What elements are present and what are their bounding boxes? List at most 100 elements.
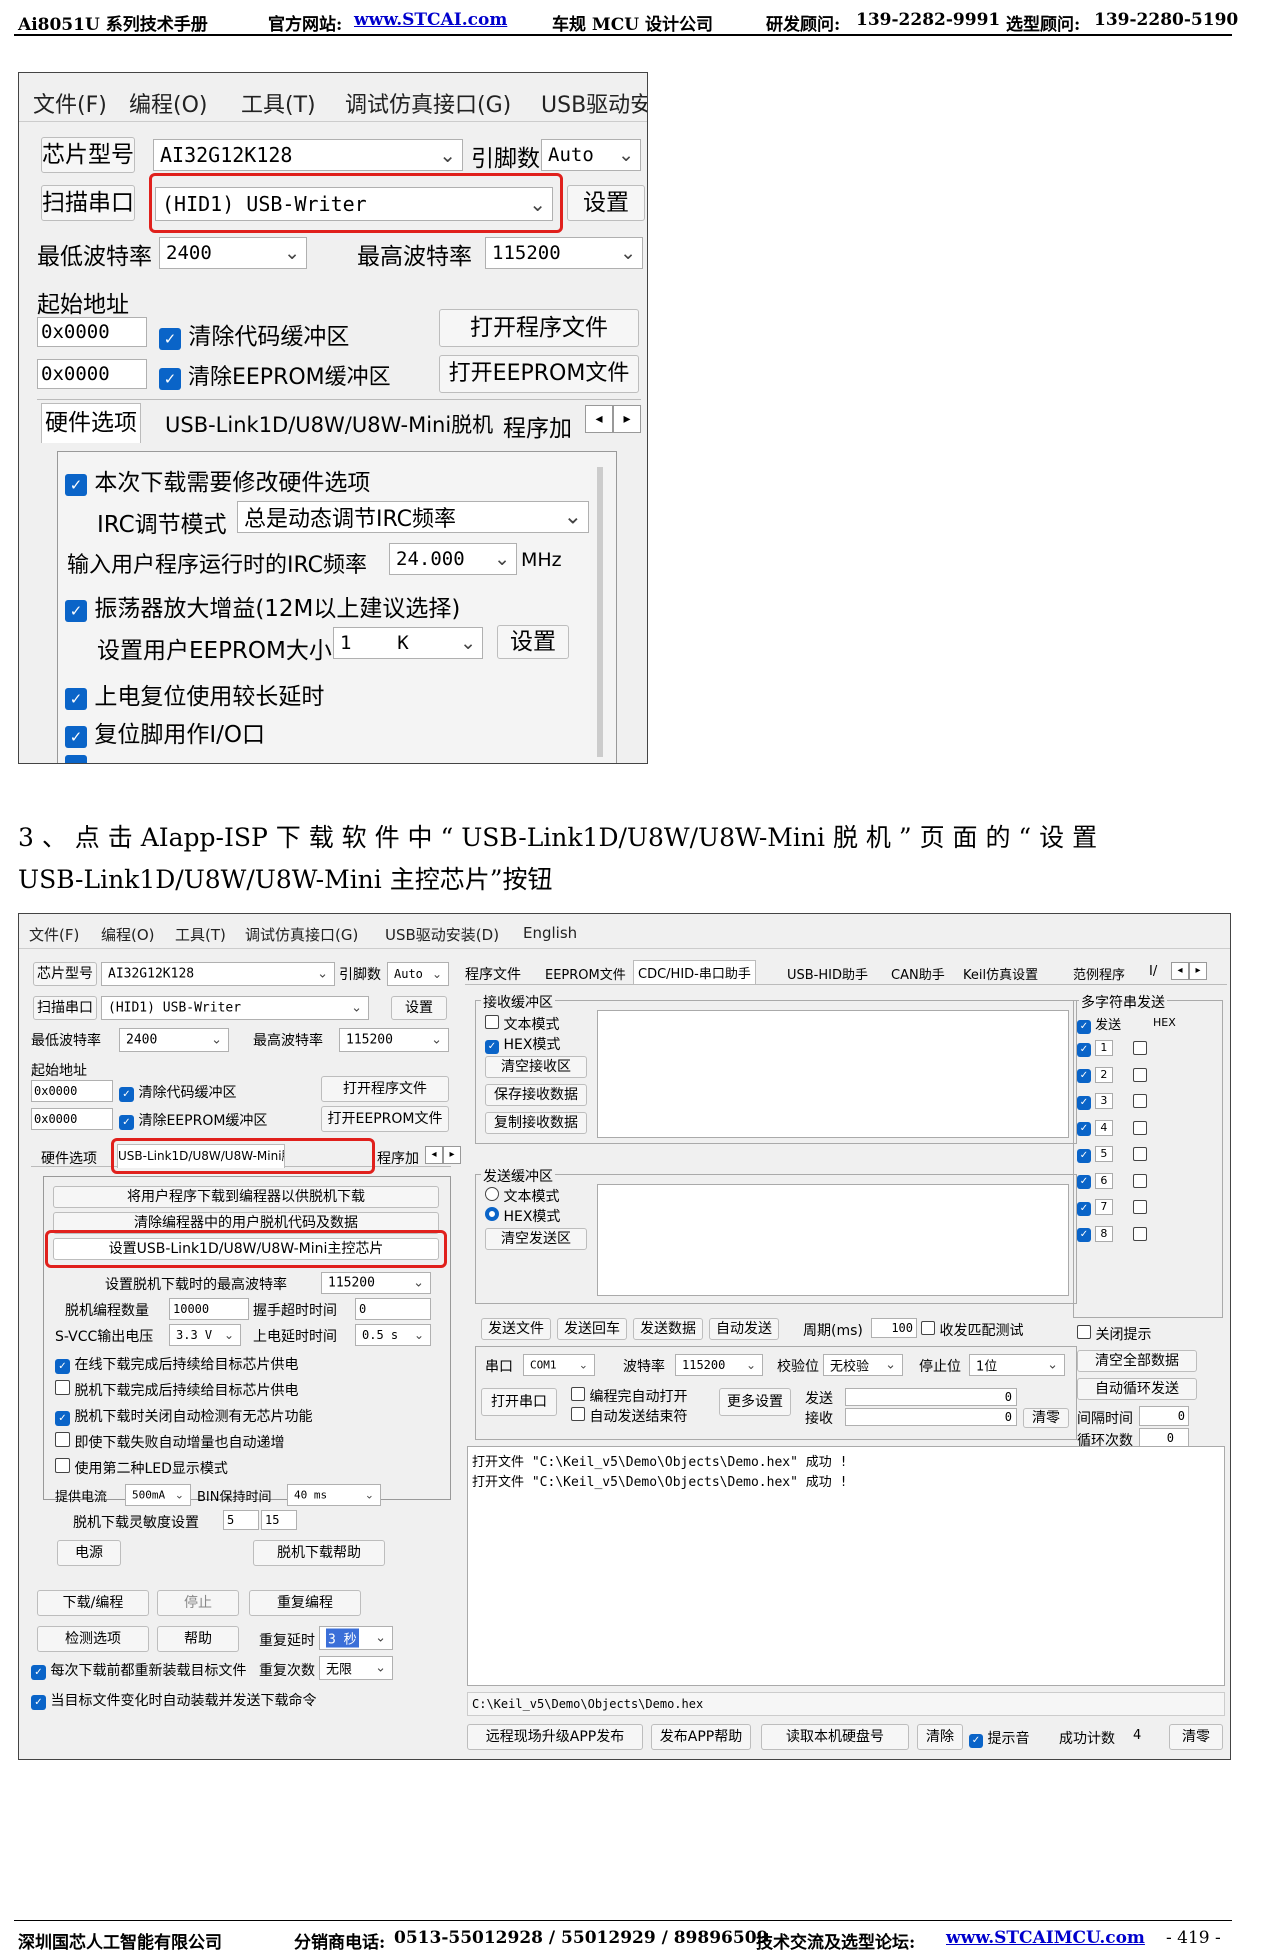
menu-debug[interactable]: 调试仿真接口(G)	[245, 924, 358, 945]
checkbox-checked-icon[interactable]: ✓	[1077, 1228, 1091, 1242]
checkbox-empty-icon[interactable]	[485, 1015, 499, 1029]
tab-hardware-options[interactable]: 硬件选项	[41, 1148, 97, 1168]
recv-hex-mode[interactable]: ✓ HEX模式	[485, 1034, 560, 1054]
row-index[interactable]: 8	[1094, 1225, 1113, 1242]
check-options-button[interactable]: 检测选项	[37, 1626, 149, 1652]
checkbox-checked-icon[interactable]: ✓	[1077, 1122, 1091, 1136]
checkbox-checked-icon[interactable]: ✓	[1077, 1042, 1091, 1057]
current-select[interactable]: 500mA ⌄	[125, 1484, 191, 1506]
clear-eeprom-option[interactable]: ✓ 清除EEPROM缓冲区	[119, 1110, 267, 1130]
long-delay-row[interactable]: ✓ 上电复位使用较长延时	[65, 677, 324, 711]
open-program-button[interactable]: 打开程序文件	[439, 309, 639, 347]
handshake-timeout-field[interactable]: 0	[355, 1298, 431, 1320]
clear-code-option[interactable]: ✓ 清除代码缓冲区	[119, 1082, 236, 1102]
read-disk-button[interactable]: 读取本机硬盘号	[761, 1724, 909, 1750]
port-set-button[interactable]: 设置	[391, 996, 447, 1020]
parity-select[interactable]: 无校验 ⌄	[823, 1354, 903, 1376]
tab-scroll-left-icon[interactable]: ◂	[425, 1146, 443, 1164]
menu-usb[interactable]: USB驱动安	[541, 87, 647, 119]
option-row-1[interactable]: ✓ 在线下载完成后持续给目标芯片供电	[55, 1354, 298, 1374]
remote-upgrade-button[interactable]: 远程现场升级APP发布	[467, 1724, 643, 1750]
svcc-select[interactable]: 3.3 V ⌄	[169, 1324, 241, 1346]
checkbox-empty-icon[interactable]	[1132, 1120, 1147, 1135]
checkbox-checked-icon[interactable]: ✓	[1077, 1069, 1091, 1083]
save-receive-button[interactable]: 保存接收数据	[485, 1084, 587, 1106]
port-set-button[interactable]: 设置	[567, 185, 645, 221]
menu-debug[interactable]: 调试仿真接口(G)	[345, 87, 511, 119]
checkbox-empty-icon[interactable]	[921, 1321, 935, 1335]
site-link[interactable]: www.STCAI.com	[354, 10, 507, 30]
reload-option[interactable]: ✓ 每次下载前都重新装载目标文件	[31, 1660, 246, 1680]
option-row-3[interactable]: ✓ 脱机下载时关闭自动检测有无芯片功能	[55, 1406, 312, 1426]
checkbox-empty-icon[interactable]	[571, 1387, 585, 1401]
repeat-count-select[interactable]: 无限 ⌄	[319, 1656, 393, 1680]
stop-bit-select[interactable]: 1位 ⌄	[969, 1354, 1065, 1376]
rtab-program-file[interactable]: 程序文件	[465, 964, 521, 984]
more-settings-button[interactable]: 更多设置	[719, 1388, 791, 1416]
tab-scroll-left-icon[interactable]: ◂	[585, 405, 613, 433]
open-program-button[interactable]: 打开程序文件	[321, 1076, 449, 1102]
auto-send-button[interactable]: 自动发送	[709, 1318, 779, 1340]
menu-usb-driver[interactable]: USB驱动安装(D)	[385, 924, 499, 945]
eeprom-size-select[interactable]: 1 K ⌄	[333, 627, 483, 659]
match-test-option[interactable]: 收发匹配测试	[921, 1320, 1023, 1340]
checkbox-checked-icon[interactable]: ✓	[1077, 1020, 1091, 1034]
rtab-serial-assistant[interactable]: CDC/HID-串口助手	[633, 960, 756, 984]
address-field-2[interactable]: 0x0000	[37, 359, 147, 389]
tab-program-add[interactable]: 程序加	[377, 1148, 423, 1168]
offline-count-field[interactable]: 10000	[169, 1298, 249, 1320]
chip-select[interactable]: AI32G12K128 ⌄	[153, 139, 463, 171]
address-field-2[interactable]: 0x0000	[31, 1108, 113, 1130]
min-baud-select[interactable]: 2400 ⌄	[119, 1028, 229, 1052]
download-to-programmer-button[interactable]: 将用户程序下载到编程器以供脱机下载	[53, 1186, 439, 1208]
tab-program-add[interactable]: 程序加	[503, 409, 571, 443]
reset-count-button[interactable]: 清零	[1169, 1724, 1223, 1750]
receive-textarea[interactable]	[597, 1010, 1069, 1138]
close-tip-option[interactable]: 关闭提示	[1077, 1324, 1151, 1344]
send-file-button[interactable]: 发送文件	[481, 1318, 551, 1340]
checkbox-checked-icon[interactable]: ✓	[159, 368, 181, 390]
clear-code-option[interactable]: ✓ 清除代码缓冲区	[159, 317, 349, 351]
checkbox-checked-icon[interactable]: ✓	[31, 1665, 46, 1680]
chip-select[interactable]: AI32G12K128 ⌄	[101, 962, 335, 986]
row-index[interactable]: 3	[1094, 1093, 1113, 1109]
option-row-2[interactable]: 脱机下载完成后持续给目标芯片供电	[55, 1380, 298, 1400]
irc-mode-select[interactable]: 总是动态调节IRC频率 ⌄	[237, 501, 589, 533]
clear-all-button[interactable]: 清空全部数据	[1077, 1350, 1197, 1372]
row-index[interactable]: 6	[1094, 1172, 1113, 1189]
address-field-1[interactable]: 0x0000	[37, 317, 147, 347]
checkbox-empty-icon[interactable]	[1077, 1325, 1091, 1339]
reset-io-row[interactable]: ✓ 复位脚用作I/O口	[65, 715, 265, 749]
pins-select[interactable]: Auto ⌄	[387, 962, 449, 986]
offline-help-button[interactable]: 脱机下载帮助	[253, 1540, 385, 1566]
row-index[interactable]: 7	[1094, 1199, 1113, 1215]
checkbox-checked-icon[interactable]: ✓	[119, 1115, 134, 1130]
checkbox-empty-icon[interactable]	[1132, 1173, 1147, 1188]
checkbox-checked-icon[interactable]: ✓	[31, 1695, 46, 1710]
open-eeprom-button[interactable]: 打开EEPROM文件	[321, 1106, 449, 1132]
eeprom-set-button[interactable]: 设置	[497, 625, 569, 659]
checkbox-checked-icon[interactable]: ✓	[65, 474, 87, 496]
checkbox-empty-icon[interactable]	[571, 1407, 585, 1421]
checkbox-empty-icon[interactable]	[1132, 1147, 1147, 1161]
checkbox-empty-icon[interactable]	[55, 1432, 70, 1447]
clear-eeprom-option[interactable]: ✓ 清除EEPROM缓冲区	[159, 359, 391, 391]
send-data-button[interactable]: 发送数据	[633, 1318, 703, 1340]
rtab-scroll-left-icon[interactable]: ◂	[1171, 962, 1189, 980]
auto-send-option[interactable]: ✓ 当目标文件变化时自动装载并发送下载命令	[31, 1690, 316, 1710]
checkbox-checked-icon[interactable]: ✓	[485, 1040, 499, 1054]
checkbox-checked-icon[interactable]: ✓	[1077, 1095, 1091, 1110]
auto-loop-button[interactable]: 自动循环发送	[1077, 1378, 1197, 1400]
option-row-4[interactable]: 即使下载失败自动增量也自动递增	[55, 1432, 284, 1452]
clear-counter-button[interactable]: 清零	[1023, 1408, 1069, 1428]
radio-empty-icon[interactable]	[485, 1187, 499, 1201]
tab-usb-offline[interactable]: USB-Link1D/U8W/U8W-Mini脱机	[165, 409, 493, 439]
rtab-scroll-right-icon[interactable]: ▸	[1189, 962, 1207, 980]
opt-modify-row[interactable]: ✓ 本次下载需要修改硬件选项	[65, 463, 370, 497]
checkbox-empty-icon[interactable]	[55, 1380, 70, 1395]
tab-scroll-right-icon[interactable]: ▸	[613, 405, 641, 433]
clear-button[interactable]: 清除	[917, 1724, 963, 1750]
footer-forum-link[interactable]: www.STCAIMCU.com	[946, 1928, 1145, 1948]
tab-hardware-options[interactable]: 硬件选项	[41, 403, 141, 443]
scan-port-button[interactable]: 扫描串口	[41, 185, 135, 221]
